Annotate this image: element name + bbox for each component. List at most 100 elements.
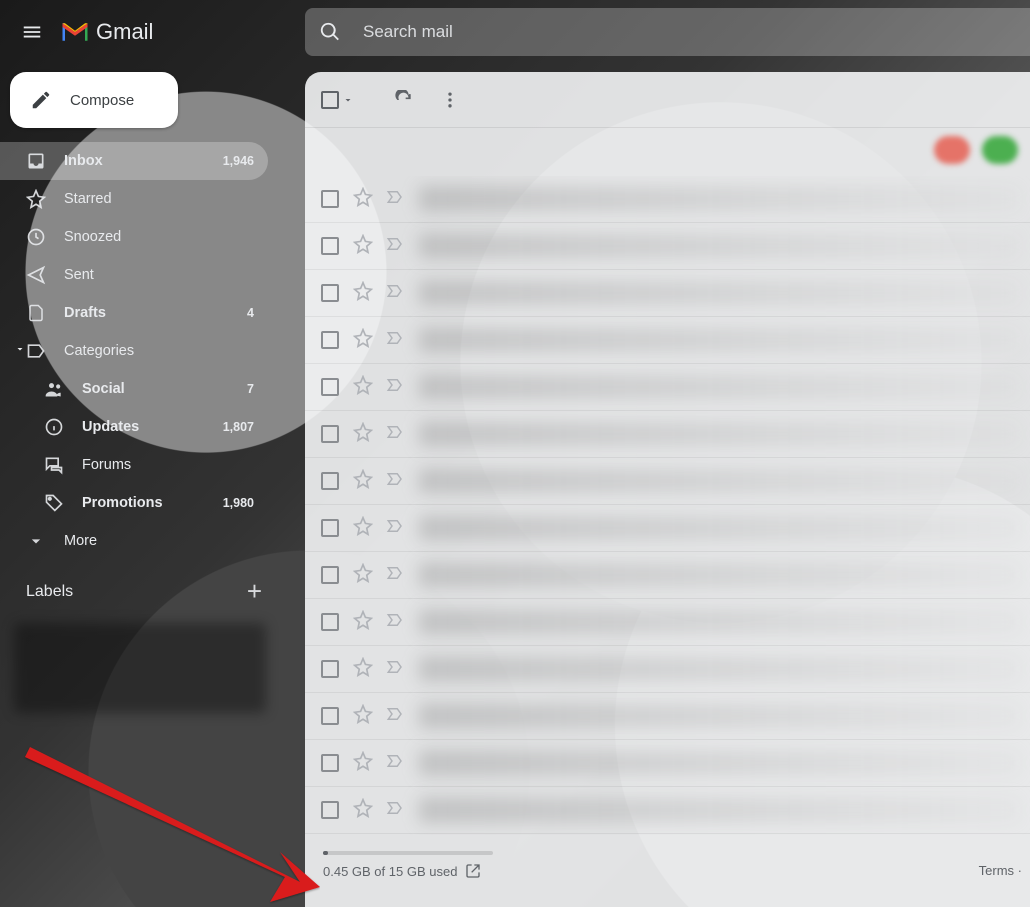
search-bar[interactable]: [305, 8, 1030, 56]
row-checkbox[interactable]: [321, 378, 339, 396]
star-icon[interactable]: [353, 422, 373, 447]
nav-updates[interactable]: Updates 1,807: [0, 408, 268, 446]
add-label-button[interactable]: +: [247, 576, 262, 607]
label-icon: [26, 341, 46, 361]
redacted-content: [419, 797, 1020, 823]
redacted-content: [419, 750, 1020, 776]
mail-row[interactable]: [305, 223, 1030, 270]
star-icon[interactable]: [353, 375, 373, 400]
row-checkbox[interactable]: [321, 801, 339, 819]
mail-row[interactable]: [305, 740, 1030, 787]
importance-icon[interactable]: [385, 517, 405, 540]
chevron-down-icon: [14, 343, 26, 359]
caret-down-icon[interactable]: [342, 94, 354, 106]
importance-icon[interactable]: [385, 752, 405, 775]
star-icon[interactable]: [353, 798, 373, 823]
redacted-content: [419, 421, 1020, 447]
redacted-content: [419, 468, 1020, 494]
mail-row[interactable]: [305, 458, 1030, 505]
star-icon[interactable]: [353, 516, 373, 541]
nav-starred[interactable]: Starred: [0, 180, 268, 218]
compose-button[interactable]: Compose: [10, 72, 178, 128]
star-icon[interactable]: [353, 469, 373, 494]
row-checkbox[interactable]: [321, 284, 339, 302]
send-icon: [26, 265, 46, 285]
row-checkbox[interactable]: [321, 190, 339, 208]
row-checkbox[interactable]: [321, 425, 339, 443]
row-checkbox[interactable]: [321, 660, 339, 678]
mail-row[interactable]: [305, 787, 1030, 834]
importance-icon[interactable]: [385, 658, 405, 681]
nav-inbox[interactable]: Inbox 1,946: [0, 142, 268, 180]
star-icon[interactable]: [353, 328, 373, 353]
row-checkbox[interactable]: [321, 707, 339, 725]
importance-icon[interactable]: [385, 423, 405, 446]
importance-icon[interactable]: [385, 282, 405, 305]
mail-panel: 0.45 GB of 15 GB used Terms ·: [305, 72, 1030, 907]
main-menu-button[interactable]: [8, 8, 56, 56]
row-checkbox[interactable]: [321, 566, 339, 584]
row-checkbox[interactable]: [321, 472, 339, 490]
star-icon[interactable]: [353, 751, 373, 776]
star-icon[interactable]: [353, 563, 373, 588]
star-icon[interactable]: [353, 657, 373, 682]
chip-green[interactable]: [982, 136, 1018, 164]
nav-promotions[interactable]: Promotions 1,980: [0, 484, 268, 522]
importance-icon[interactable]: [385, 188, 405, 211]
mail-row[interactable]: [305, 693, 1030, 740]
mail-row[interactable]: [305, 364, 1030, 411]
sidebar: Compose Inbox 1,946 Starred Snoozed Sent…: [0, 64, 280, 907]
mail-row[interactable]: [305, 411, 1030, 458]
importance-icon[interactable]: [385, 705, 405, 728]
nav-more[interactable]: More: [0, 522, 268, 560]
info-icon: [44, 417, 64, 437]
row-checkbox[interactable]: [321, 754, 339, 772]
clock-icon: [26, 227, 46, 247]
importance-icon[interactable]: [385, 329, 405, 352]
mail-row[interactable]: [305, 599, 1030, 646]
mail-row[interactable]: [305, 552, 1030, 599]
redacted-content: [419, 703, 1020, 729]
nav-sent[interactable]: Sent: [0, 256, 268, 294]
mail-list: [305, 176, 1030, 835]
search-input[interactable]: [361, 21, 761, 43]
importance-icon[interactable]: [385, 564, 405, 587]
chip-red[interactable]: [934, 136, 970, 164]
storage-progress: [323, 851, 493, 855]
star-icon[interactable]: [353, 610, 373, 635]
select-all[interactable]: [321, 91, 354, 109]
importance-icon[interactable]: [385, 799, 405, 822]
importance-icon[interactable]: [385, 470, 405, 493]
nav-snoozed[interactable]: Snoozed: [0, 218, 268, 256]
toolbar: [305, 72, 1030, 128]
gmail-logo[interactable]: Gmail: [60, 19, 153, 45]
nav-forums[interactable]: Forums: [0, 446, 268, 484]
select-all-checkbox[interactable]: [321, 91, 339, 109]
star-icon[interactable]: [353, 234, 373, 259]
terms-link[interactable]: Terms ·: [979, 863, 1022, 878]
star-icon[interactable]: [353, 704, 373, 729]
more-button[interactable]: [430, 80, 470, 120]
mail-row[interactable]: [305, 646, 1030, 693]
star-icon: [26, 189, 46, 209]
refresh-button[interactable]: [384, 80, 424, 120]
nav-drafts[interactable]: Drafts 4: [0, 294, 268, 332]
storage-text[interactable]: 0.45 GB of 15 GB used: [323, 864, 457, 879]
importance-icon[interactable]: [385, 611, 405, 634]
importance-icon[interactable]: [385, 376, 405, 399]
mail-row[interactable]: [305, 505, 1030, 552]
redacted-content: [419, 374, 1020, 400]
importance-icon[interactable]: [385, 235, 405, 258]
star-icon[interactable]: [353, 187, 373, 212]
mail-row[interactable]: [305, 270, 1030, 317]
row-checkbox[interactable]: [321, 519, 339, 537]
mail-row[interactable]: [305, 317, 1030, 364]
open-in-new-icon[interactable]: [465, 863, 481, 879]
row-checkbox[interactable]: [321, 331, 339, 349]
nav-social[interactable]: Social 7: [0, 370, 268, 408]
mail-row[interactable]: [305, 176, 1030, 223]
nav-categories[interactable]: Categories: [0, 332, 268, 370]
star-icon[interactable]: [353, 281, 373, 306]
row-checkbox[interactable]: [321, 613, 339, 631]
row-checkbox[interactable]: [321, 237, 339, 255]
